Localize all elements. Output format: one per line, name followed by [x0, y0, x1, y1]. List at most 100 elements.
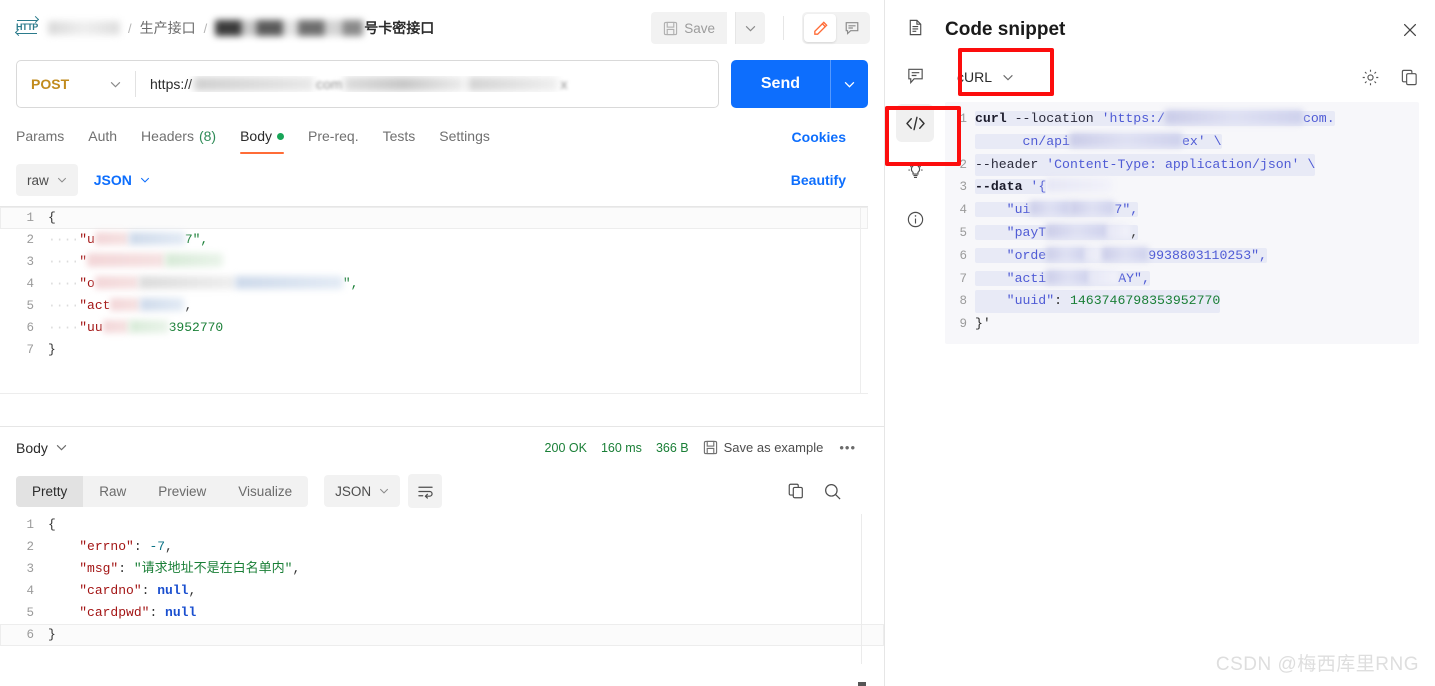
- tab-prereq[interactable]: Pre-req.: [308, 120, 359, 154]
- chevron-down-icon: [57, 177, 67, 183]
- tab-pretty[interactable]: Pretty: [16, 475, 84, 507]
- send-options-button[interactable]: [830, 60, 868, 108]
- line-content: }: [48, 342, 56, 357]
- url-fragment-x: x: [560, 76, 568, 92]
- wrap-lines-button[interactable]: [408, 474, 443, 508]
- save-button[interactable]: Save: [651, 12, 727, 44]
- save-icon: [663, 21, 678, 36]
- cookies-link[interactable]: Cookies: [792, 129, 846, 145]
- json-key: "uuid": [975, 293, 1055, 309]
- url-fragment-com: com.: [1302, 111, 1335, 126]
- copy-button[interactable]: [787, 482, 805, 500]
- tab-label: Headers: [141, 128, 194, 144]
- response-tools: [787, 482, 842, 501]
- json-key-fragment: "uu: [79, 320, 103, 335]
- json-value-uuid: 1463746798353952770: [1069, 293, 1221, 309]
- line-number: 3: [959, 180, 967, 195]
- tab-label: Body: [240, 128, 273, 144]
- url-open: 'https:/: [1101, 111, 1165, 126]
- code-snippet-header: Code snippet: [945, 8, 1419, 52]
- response-body-selector[interactable]: Body: [16, 440, 67, 456]
- line-number: 5: [26, 299, 34, 313]
- body-mode-selector[interactable]: raw: [16, 164, 78, 196]
- breadcrumb-request-name-redacted[interactable]: [215, 20, 364, 36]
- save-as-example-label: Save as example: [723, 440, 824, 455]
- line-content: "cardno": null,: [48, 580, 196, 602]
- tab-preview[interactable]: Preview: [142, 476, 222, 507]
- url-input-container: POST https:// com x: [16, 60, 719, 108]
- snippet-line: 5 "payT,: [945, 222, 1419, 245]
- comments-button[interactable]: [836, 14, 868, 42]
- json-colon: :: [149, 605, 166, 620]
- wrap-lines-icon: [417, 484, 434, 499]
- response-body-editor[interactable]: 1 { 2 "errno": -7, 3 "msg": "请求地址不是在白名单内…: [0, 514, 884, 686]
- response-format-selector[interactable]: JSON: [324, 475, 401, 507]
- tab-headers[interactable]: Headers (8): [141, 120, 216, 154]
- line-content: --data '{: [975, 176, 1113, 199]
- line-number: 1: [26, 211, 34, 225]
- json-key-fragment: "o: [79, 276, 95, 291]
- search-button[interactable]: [823, 482, 842, 501]
- snippet-line: 2 --header --header 'Content-Type: appli…: [945, 153, 1419, 177]
- close-button[interactable]: [1401, 21, 1419, 39]
- json-colon: :: [141, 583, 158, 598]
- rail-item-comments[interactable]: [896, 56, 934, 94]
- breadcrumb-request-name[interactable]: 号卡密接口: [364, 18, 434, 38]
- rail-item-documentation[interactable]: [896, 8, 934, 46]
- breadcrumb-item-redacted[interactable]: [48, 21, 120, 35]
- tab-settings[interactable]: Settings: [439, 120, 490, 154]
- response-scrollbar-thumb[interactable]: [858, 682, 866, 686]
- url-redacted-host: [194, 77, 315, 91]
- code-snippet-content: Code snippet cURL 1 curl --location 'htt…: [945, 0, 1435, 686]
- save-as-example-button[interactable]: Save as example: [703, 440, 824, 455]
- breadcrumb-item-environment[interactable]: 生产接口: [140, 18, 196, 38]
- tab-raw[interactable]: Raw: [83, 476, 142, 507]
- line-content: curl --location 'https:/ com.: [975, 108, 1335, 131]
- save-label: Save: [684, 20, 715, 36]
- url-input[interactable]: https:// com x: [136, 76, 718, 92]
- snippet-line: 7 "acti AY",: [945, 268, 1419, 291]
- toolbar-divider: [783, 16, 784, 40]
- right-sidebar-rail: [885, 0, 945, 686]
- send-label: Send: [760, 75, 800, 92]
- url-fragment-end: ex' \: [1181, 133, 1222, 149]
- rail-item-tips[interactable]: [896, 152, 934, 190]
- line-number: 8: [959, 294, 967, 309]
- snippet-line: 9 }': [945, 313, 1419, 336]
- tab-tests[interactable]: Tests: [383, 120, 416, 154]
- tab-visualize[interactable]: Visualize: [222, 476, 308, 507]
- response-scrollbar[interactable]: [861, 514, 862, 664]
- edit-pencil-button[interactable]: [804, 14, 836, 42]
- code-line: 6 ····"uu 3952770: [0, 317, 868, 339]
- json-value-fragment: 7",: [184, 232, 209, 247]
- beautify-button[interactable]: Beautify: [791, 172, 846, 188]
- code-line: 3 ····": [0, 251, 868, 273]
- chevron-down-icon: [745, 25, 756, 32]
- copy-button[interactable]: [1400, 68, 1419, 87]
- rail-item-code[interactable]: [896, 104, 934, 142]
- code-line: 1 {: [0, 514, 884, 536]
- tab-auth[interactable]: Auth: [88, 120, 117, 154]
- line-content: ····"u 7",: [48, 232, 209, 247]
- response-body-label: Body: [16, 439, 48, 456]
- tab-label: Tests: [382, 128, 416, 144]
- line-content: "uuid": 1463746798353952770: [975, 290, 1221, 314]
- gear-button[interactable]: [1361, 68, 1380, 87]
- rail-item-info[interactable]: [896, 200, 934, 238]
- save-options-button[interactable]: [735, 12, 765, 44]
- send-button[interactable]: Send: [730, 60, 830, 108]
- tab-params[interactable]: Params: [16, 120, 64, 154]
- response-more-button[interactable]: •••: [839, 440, 856, 455]
- tab-body[interactable]: Body: [240, 120, 285, 154]
- tab-label: Settings: [439, 128, 490, 144]
- method-selector[interactable]: POST: [17, 61, 135, 107]
- url-fragment-com: com: [316, 76, 343, 92]
- body-format-selector[interactable]: JSON: [94, 172, 150, 188]
- breadcrumb-separator-2: /: [203, 20, 208, 36]
- code-line: 5 "cardpwd": null: [0, 602, 884, 624]
- chevron-down-icon: [379, 488, 389, 494]
- request-body-editor[interactable]: 1 { 2 ····"u 7", 3 ····" 4 ····"o ", 5 ···…: [0, 206, 868, 394]
- line-content: }': [975, 316, 991, 332]
- code-snippet-body[interactable]: 1 curl --location 'https:/ com. cn/api ex'…: [945, 102, 1419, 344]
- language-selector[interactable]: cURL: [945, 62, 1026, 92]
